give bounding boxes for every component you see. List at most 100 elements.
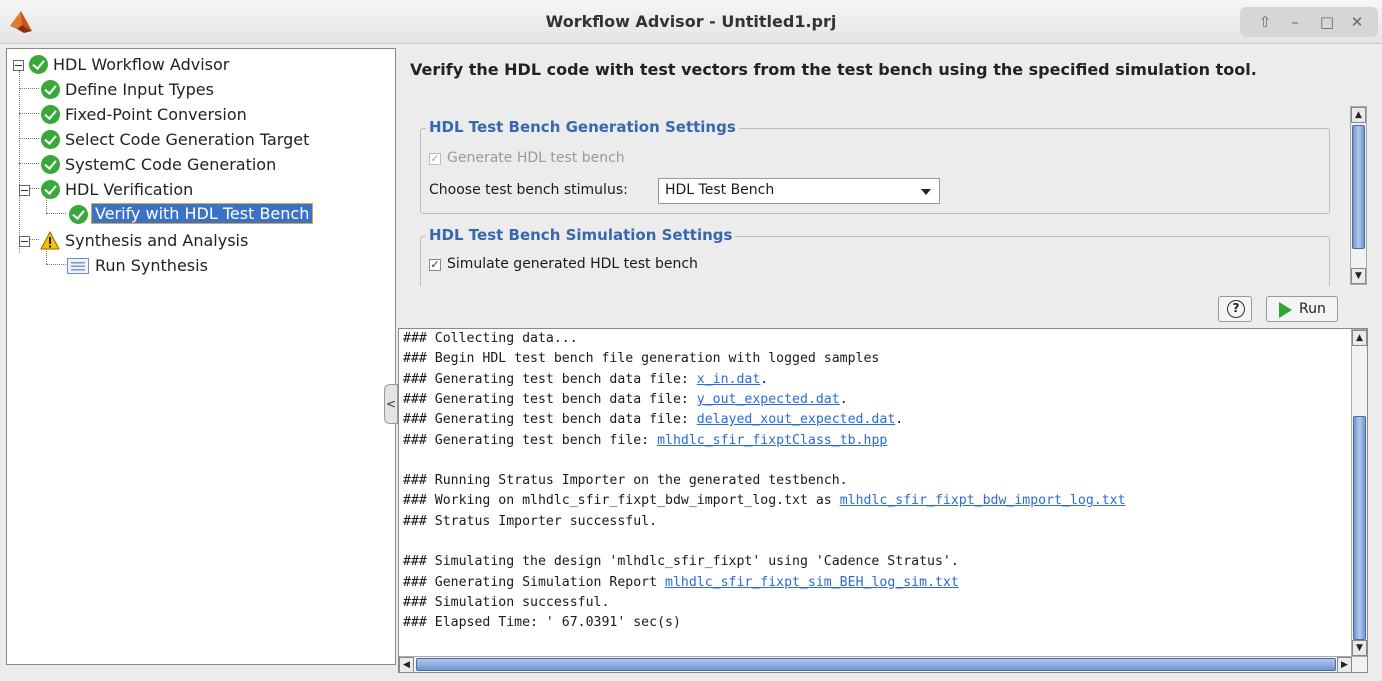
chevron-down-icon (921, 189, 931, 195)
tree-item-label: HDL Workflow Advisor (53, 55, 230, 74)
log-text: ### Generating test bench data file: (403, 371, 697, 387)
settings-pane: HDL Test Bench Generation Settings ✓ Gen… (408, 104, 1368, 286)
log-file-link[interactable]: delayed_xout_expected.dat (697, 412, 896, 427)
help-button[interactable]: ? (1218, 296, 1252, 322)
simulate-test-bench-checkbox[interactable]: ✓ (429, 259, 441, 271)
log-text: ### Simulation successful. (403, 594, 610, 610)
help-icon: ? (1227, 300, 1245, 318)
generate-test-bench-checkbox[interactable]: ✓ (429, 153, 441, 165)
scrollbar-thumb[interactable] (1353, 416, 1366, 640)
passed-check-icon (41, 180, 60, 199)
log-file-link[interactable]: x_in.dat (697, 372, 761, 387)
tree-item-fixed-point-conversion[interactable]: Fixed-Point Conversion (7, 103, 395, 127)
passed-check-icon (69, 205, 88, 224)
stimulus-dropdown[interactable]: HDL Test Bench (658, 178, 940, 204)
simulate-test-bench-label: Simulate generated HDL test bench (447, 256, 698, 272)
tree-item-run-synthesis[interactable]: Run Synthesis (7, 254, 395, 278)
scroll-left-icon[interactable]: ◀ (399, 657, 414, 672)
group-title: HDL Test Bench Simulation Settings (426, 226, 736, 244)
run-button-label: Run (1299, 301, 1326, 317)
tree-item-define-input-types[interactable]: Define Input Types (7, 78, 395, 102)
log-text: ### Collecting data... (403, 331, 578, 346)
tree-item-select-code-generation-target[interactable]: Select Code Generation Target (7, 128, 395, 152)
scroll-down-icon[interactable]: ▼ (1351, 268, 1366, 284)
tree-item-label: Synthesis and Analysis (65, 231, 249, 250)
settings-vertical-scrollbar[interactable]: ▲ ▼ (1350, 106, 1367, 285)
log-text: ### Simulating the design 'mlhdlc_sfir_f… (403, 554, 959, 570)
group-title: HDL Test Bench Generation Settings (426, 118, 739, 136)
tree-item-label: Define Input Types (65, 80, 214, 99)
log-file-link[interactable]: mlhdlc_sfir_fixpt_bdw_import_log.txt (840, 493, 1126, 508)
log-text: . (895, 412, 904, 428)
tree-item-hdl-workflow-advisor[interactable]: HDL Workflow Advisor (7, 53, 395, 77)
close-icon[interactable]: ✕ (1346, 11, 1368, 33)
log-file-link[interactable]: mlhdlc_sfir_fixpt_sim_BEH_log_sim.txt (665, 575, 959, 590)
log-line: ### Generating test bench data file: del… (403, 412, 903, 427)
tree-item-hdl-verification[interactable]: HDL Verification (7, 178, 395, 202)
scroll-down-icon[interactable]: ▼ (1352, 640, 1367, 656)
window-controls: ⇧ – □ ✕ (1240, 7, 1378, 37)
log-line: ### Generating test bench data file: y_o… (403, 392, 848, 407)
log-line: ### Collecting data... (403, 331, 578, 346)
log-text: ### Elapsed Time: ' 67.0391' sec(s) (403, 615, 681, 631)
tree-item-label: Select Code Generation Target (65, 130, 310, 149)
generate-test-bench-label: Generate HDL test bench (447, 150, 625, 166)
task-description: Verify the HDL code with test vectors fr… (410, 60, 1257, 79)
log-line: ### Elapsed Time: ' 67.0391' sec(s) (403, 615, 681, 630)
maximize-icon[interactable]: □ (1316, 11, 1338, 33)
log-line: ### Simulation successful. (403, 595, 609, 610)
log-file-link[interactable]: mlhdlc_sfir_fixptClass_tb.hpp (657, 433, 887, 448)
scroll-up-icon[interactable]: ▲ (1351, 107, 1366, 123)
up-icon[interactable]: ⇧ (1254, 11, 1276, 33)
passed-check-icon (29, 55, 48, 74)
scroll-right-icon[interactable]: ▶ (1337, 657, 1352, 672)
collapse-panel-handle[interactable]: < (384, 384, 398, 424)
log-horizontal-scrollbar[interactable]: ◀ ▶ (399, 656, 1367, 672)
log-text: ### Generating test bench file: (403, 432, 658, 448)
log-text: . (839, 391, 848, 407)
log-text: ### Generating Simulation Report (403, 574, 666, 590)
tree-item-synthesis-and-analysis[interactable]: Synthesis and Analysis (7, 229, 395, 253)
log-line: ### Generating Simulation Report mlhdlc_… (403, 575, 959, 590)
log-output[interactable]: ### Collecting data... ### Begin HDL test… (398, 328, 1368, 673)
passed-check-icon (41, 80, 60, 99)
log-text: ### Generating test bench data file: (403, 391, 697, 407)
log-text: ### Stratus Importer successful. (403, 513, 658, 529)
play-icon (1279, 302, 1292, 318)
log-line: ### Generating test bench data file: x_i… (403, 372, 768, 387)
scrollbar-thumb[interactable] (416, 658, 1336, 671)
title-bar: Workflow Advisor - Untitled1.prj ⇧ – □ ✕ (0, 0, 1382, 44)
window-title: Workflow Advisor - Untitled1.prj (545, 12, 837, 31)
tree-item-systemc-code-generation[interactable]: SystemC Code Generation (7, 153, 395, 177)
log-line: ### Generating test bench file: mlhdlc_s… (403, 433, 887, 448)
passed-check-icon (41, 130, 60, 149)
run-button[interactable]: Run (1266, 296, 1338, 322)
log-line: ### Working on mlhdlc_sfir_fixpt_bdw_imp… (403, 493, 1126, 508)
log-line: ### Stratus Importer successful. (403, 514, 657, 529)
log-text: ### Running Stratus Importer on the gene… (403, 473, 848, 489)
collapse-toggle-icon[interactable] (19, 236, 30, 247)
log-vertical-scrollbar[interactable]: ▲ ▼ (1351, 329, 1367, 656)
scroll-up-icon[interactable]: ▲ (1352, 330, 1367, 346)
minimize-icon[interactable]: – (1284, 11, 1306, 33)
warning-icon (40, 231, 60, 250)
log-line: ### Running Stratus Importer on the gene… (403, 473, 848, 488)
log-text: ### Working on mlhdlc_sfir_fixpt_bdw_imp… (403, 493, 840, 509)
log-text: ### Generating test bench data file: (403, 412, 697, 428)
passed-check-icon (41, 155, 60, 174)
tree-item-verify-with-hdl-test-bench[interactable]: Verify with HDL Test Bench (7, 203, 395, 227)
workflow-tree: HDL Workflow Advisor Define Input Types … (6, 48, 396, 665)
tree-item-label: Run Synthesis (95, 256, 208, 275)
stimulus-label: Choose test bench stimulus: (429, 182, 628, 198)
log-text: . (760, 371, 769, 387)
task-not-run-icon (67, 258, 89, 274)
tree-item-label: Verify with HDL Test Bench (91, 203, 314, 224)
log-text: ### Begin HDL test bench file generation… (403, 351, 880, 367)
log-line: ### Simulating the design 'mlhdlc_sfir_f… (403, 554, 959, 569)
log-file-link[interactable]: y_out_expected.dat (697, 392, 840, 407)
collapse-toggle-icon[interactable] (13, 60, 24, 71)
tree-item-label: SystemC Code Generation (65, 155, 277, 174)
passed-check-icon (41, 105, 60, 124)
scrollbar-thumb[interactable] (1352, 125, 1365, 249)
collapse-toggle-icon[interactable] (19, 185, 30, 196)
